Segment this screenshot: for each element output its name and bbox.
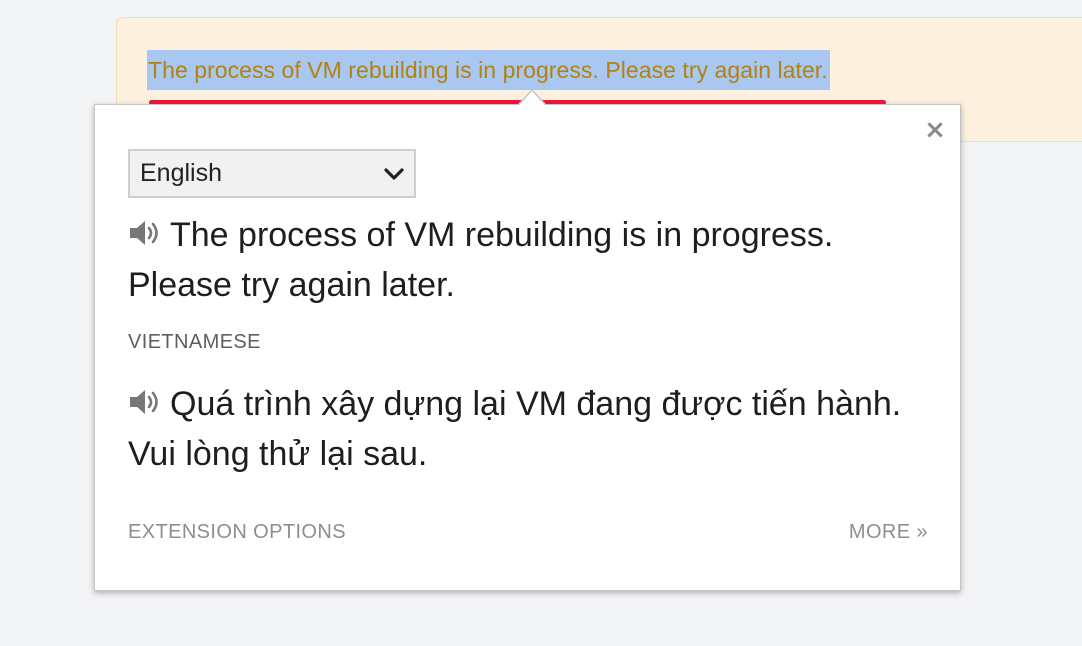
extension-options-link[interactable]: EXTENSION OPTIONS bbox=[128, 521, 346, 544]
chevron-down-icon bbox=[384, 167, 404, 180]
translation-popup: × English The process of VM rebuilding i… bbox=[94, 104, 961, 591]
source-text-block: The process of VM rebuilding is in progr… bbox=[128, 210, 918, 310]
target-language-label: VIETNAMESE bbox=[128, 331, 261, 353]
source-text: The process of VM rebuilding is in progr… bbox=[128, 216, 834, 304]
page: The process of VM rebuilding is in progr… bbox=[0, 0, 1082, 646]
more-link[interactable]: MORE » bbox=[849, 521, 928, 544]
translated-text: Quá trình xây dựng lại VM đang được tiến… bbox=[128, 385, 902, 473]
language-select[interactable]: English bbox=[128, 149, 416, 198]
close-icon[interactable]: × bbox=[924, 117, 946, 143]
popup-pointer-fill bbox=[519, 91, 545, 105]
alert-message[interactable]: The process of VM rebuilding is in progr… bbox=[147, 50, 830, 90]
language-select-value: English bbox=[140, 159, 222, 187]
speaker-icon[interactable] bbox=[128, 387, 162, 417]
translated-text-block: Quá trình xây dựng lại VM đang được tiến… bbox=[128, 379, 918, 479]
speaker-icon[interactable] bbox=[128, 218, 162, 248]
